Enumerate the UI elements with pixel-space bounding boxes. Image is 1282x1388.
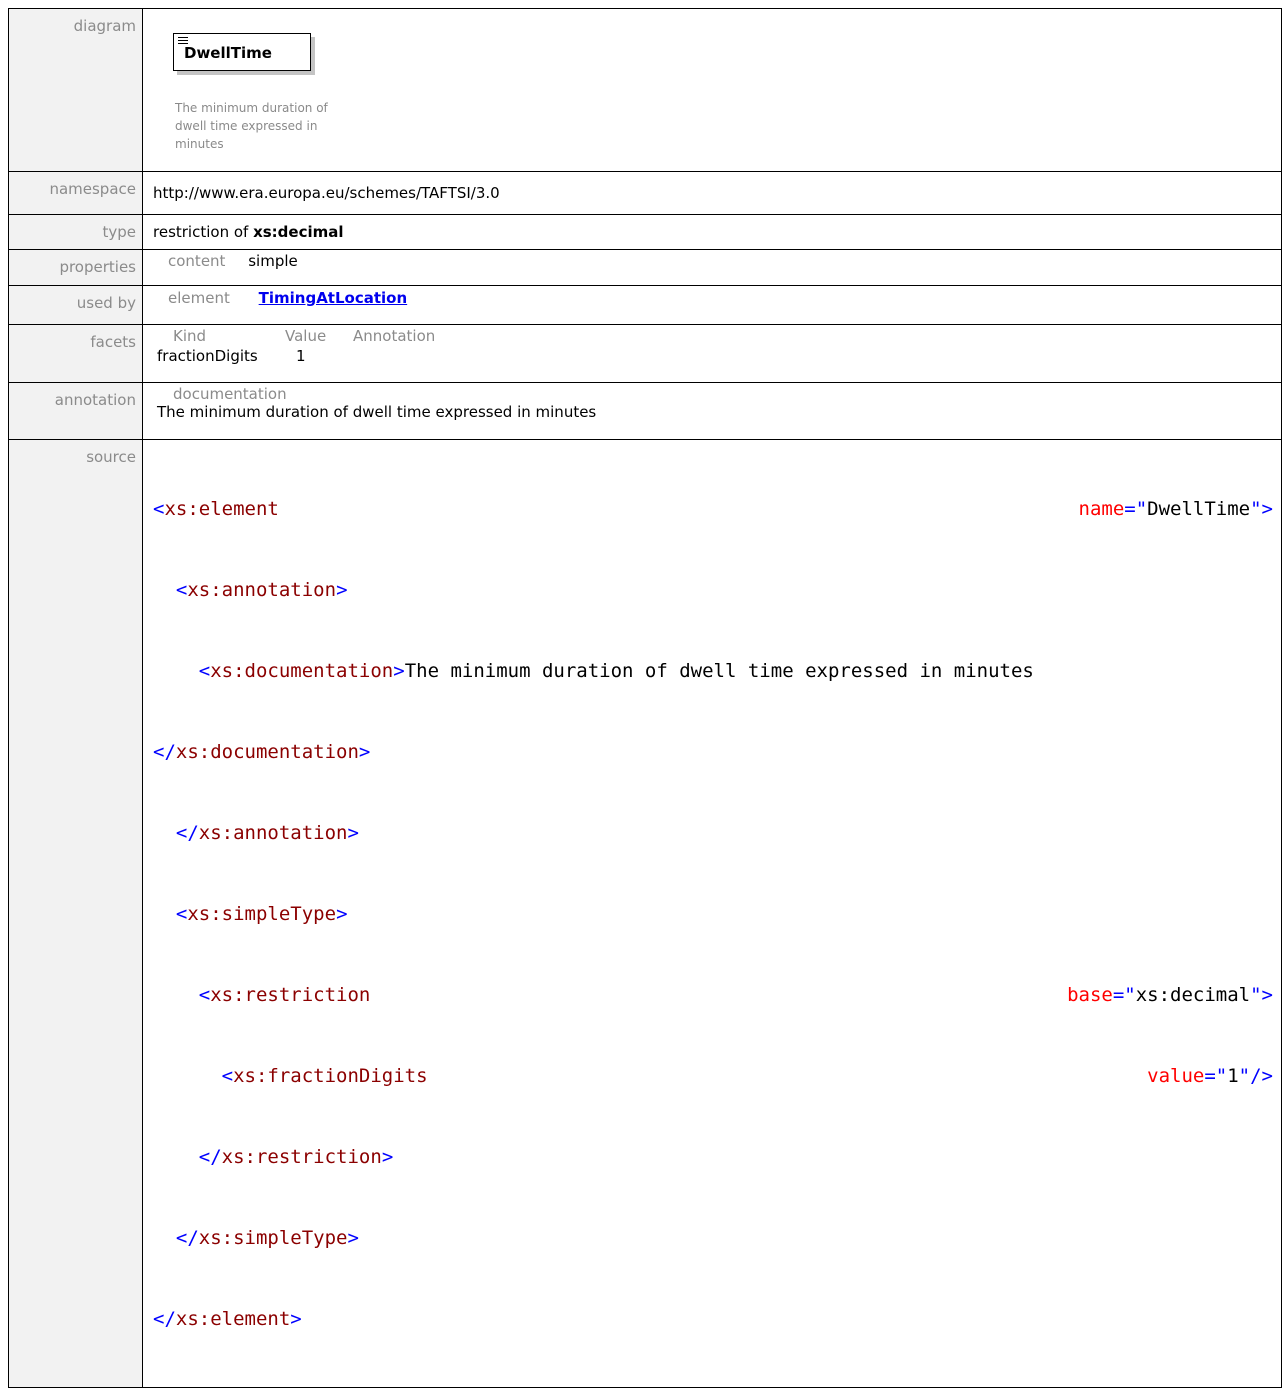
row-annotation: annotation documentation The minimum dur… xyxy=(8,382,1282,440)
row-label: facets xyxy=(8,324,143,383)
row-label: source xyxy=(8,439,143,1388)
row-value: content simple xyxy=(142,249,1282,286)
facets-header-value: Value xyxy=(285,327,327,345)
source-line: </xs:annotation> xyxy=(175,822,359,844)
source-line: <xs:documentation>The minimum duration o… xyxy=(198,660,1034,682)
source-code: <xs:element name="DwellTime"> <xs:annotat… xyxy=(153,442,1273,1387)
source-line: </xs:documentation> xyxy=(153,741,371,763)
type-prefix: restriction of xyxy=(153,223,254,241)
facet-kind: fractionDigits xyxy=(157,347,258,365)
facet-value: 1 xyxy=(296,347,306,365)
row-label: type xyxy=(8,214,143,250)
source-line: <xs:fractionDigits value="1"/> xyxy=(221,1065,1273,1087)
row-diagram: diagram DwellTime The minimum duration o… xyxy=(8,8,1282,172)
row-value: restriction of xs:decimal xyxy=(142,214,1282,250)
source-line: <xs:simpleType> xyxy=(175,903,348,925)
source-line: <xs:annotation> xyxy=(175,579,348,601)
row-label: used by xyxy=(8,285,143,325)
row-namespace: namespace http://www.era.europa.eu/schem… xyxy=(8,171,1282,215)
namespace-value: http://www.era.europa.eu/schemes/TAFTSI/… xyxy=(153,184,500,202)
annotation-kind: documentation xyxy=(173,385,287,403)
facets-table: Kind Value Annotation fractionDigits 1 xyxy=(157,327,1271,365)
row-value: http://www.era.europa.eu/schemes/TAFTSI/… xyxy=(142,171,1282,215)
row-value: element TimingAtLocation xyxy=(142,285,1282,325)
annotation-text: The minimum duration of dwell time expre… xyxy=(157,403,597,421)
row-value: documentation The minimum duration of dw… xyxy=(142,382,1282,440)
row-label: properties xyxy=(8,249,143,286)
row-value: Kind Value Annotation fractionDigits 1 xyxy=(142,324,1282,383)
facets-header-annotation: Annotation xyxy=(353,327,436,345)
row-label: diagram xyxy=(8,8,143,172)
row-type: type restriction of xs:decimal xyxy=(8,214,1282,250)
type-base: xs:decimal xyxy=(253,223,344,241)
used-by-link[interactable]: TimingAtLocation xyxy=(259,289,408,307)
source-line: <xs:restriction base="xs:decimal"> xyxy=(198,984,1273,1006)
row-source: source <xs:element name="DwellTime"> <xs:… xyxy=(8,439,1282,1388)
diagram-description: The minimum duration of dwell time expre… xyxy=(175,101,328,151)
diagram-element-name: DwellTime xyxy=(184,44,272,62)
source-line: </xs:element> xyxy=(153,1308,302,1330)
schema-doc-table: diagram DwellTime The minimum duration o… xyxy=(8,8,1282,1388)
row-value: DwellTime The minimum duration of dwell … xyxy=(142,8,1282,172)
row-label: annotation xyxy=(8,382,143,440)
row-facets: facets Kind Value Annotation fractionDig… xyxy=(8,324,1282,383)
facet-annotation xyxy=(353,347,1271,365)
facets-header-kind: Kind xyxy=(173,327,207,345)
used-by-kind: element xyxy=(168,289,230,307)
diagram: DwellTime The minimum duration of dwell … xyxy=(153,17,1271,167)
property-value: simple xyxy=(248,252,298,270)
row-properties: properties content simple xyxy=(8,249,1282,286)
row-label: namespace xyxy=(8,171,143,215)
diagram-element-box[interactable]: DwellTime xyxy=(173,33,311,71)
property-key: content xyxy=(168,252,226,270)
source-line: </xs:restriction> xyxy=(198,1146,394,1168)
row-value: <xs:element name="DwellTime"> <xs:annotat… xyxy=(142,439,1282,1388)
row-used-by: used by element TimingAtLocation xyxy=(8,285,1282,325)
source-line: <xs:element name="DwellTime"> xyxy=(153,498,1273,520)
source-line: </xs:simpleType> xyxy=(175,1227,359,1249)
